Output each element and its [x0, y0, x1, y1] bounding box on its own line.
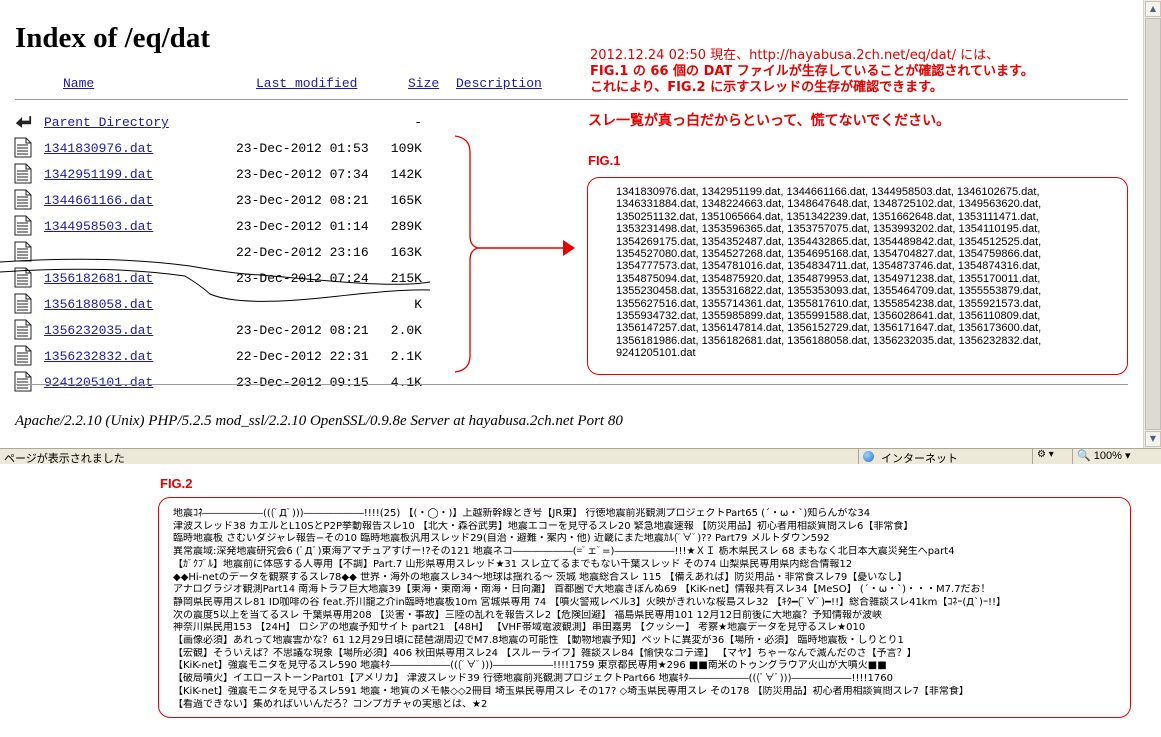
page-viewport: Index of /eq/dat Name Last modified Size…: [0, 0, 1143, 448]
fig2-line: 【KiK-net】強震モニタを見守るスレ591 地震・地質のメモ帳◇◇2冊目 埼…: [173, 685, 969, 697]
fig2-thread-list: 地震ｺﾈ――――――(((ﾟДﾟ)))――――――!!!!(25) 【(・◯・)…: [173, 508, 1123, 711]
fig2-line: アナログラジオ観測Part14 南海トラフ巨大地震39【東海・東南海・南海・日向…: [173, 584, 991, 596]
scroll-thumb[interactable]: [1145, 18, 1161, 430]
fig2-box: 地震ｺﾈ――――――(((ﾟДﾟ)))――――――!!!!(25) 【(・◯・)…: [158, 497, 1131, 718]
fig2-line: 【KiK-net】強震モニタを見守るスレ590 地震ｷﾀ――――――(((ﾟ∀ﾟ…: [173, 660, 887, 672]
status-text: ページが表示されました: [4, 453, 125, 464]
wavy-line-upper: [0, 258, 431, 285]
zone-label: インターネット: [881, 453, 958, 464]
status-bar: ページが表示されました インターネット ⚙ ▾ 🔍 100% ▾: [0, 448, 1161, 464]
fig2-line: 【破局噴火】イエローストーンPart01【アメリカ】 津波スレッド39 行徳地震…: [173, 673, 893, 685]
fig2-line: 神奈川県民用153 【24H】 ロシアの地震予知サイト part21 【48H】…: [173, 622, 866, 634]
scroll-up-arrow[interactable]: ▲: [1145, 1, 1161, 17]
fig2-line: 【画像必須】あれって地震雲かな？61 12月29日頃に琵琶湖周辺でM7.8地震の…: [173, 635, 904, 647]
zoom-control[interactable]: 🔍 100% ▾: [1072, 449, 1161, 464]
vertical-scrollbar[interactable]: ▲ ▼: [1143, 0, 1161, 448]
fig2-line: ◆◆Hi-netのデータを観察するスレ78◆◆ 世界・海外の地震スレ34〜地球は…: [173, 571, 908, 583]
security-zone: インターネット: [858, 449, 1028, 464]
protected-mode-indicator[interactable]: ⚙ ▾: [1032, 449, 1070, 464]
fig2-line: 異常震域:深発地震研究会6 (ﾟДﾟ)東海アマチュアすげー!?その121 地震ネ…: [173, 546, 955, 558]
fig2-label: FIG.2: [160, 476, 193, 491]
zoom-level: 100%: [1093, 450, 1122, 462]
fig2-line: 【看過できない】集めればいいんだろ？コンプガチャの実態とは、★2: [173, 698, 488, 710]
brace-shape: [454, 135, 479, 373]
zoom-icon: 🔍: [1077, 450, 1091, 462]
fig2-line: 臨時地震板 さむいダジャレ報告−その10 臨時地震板汎用スレッド29(自治・避難…: [173, 533, 830, 545]
annotation-overlay: [0, 135, 575, 373]
fig2-line: 地震ｺﾈ――――――(((ﾟДﾟ)))――――――!!!!(25) 【(・◯・)…: [173, 508, 871, 519]
globe-icon: [863, 451, 874, 462]
arrow-head: [563, 240, 575, 256]
wavy-line-lower: [0, 268, 431, 302]
fig2-line: 静岡県民専用スレ81 ID咖啡の谷 feat.芥川龍之介in臨時地震板10m 宮…: [173, 596, 1006, 608]
fig2-line: 【ｶﾞｸﾌﾞﾙ】地震前に体感する人専用【不調】Part.7 山形県専用スレッド★…: [173, 558, 853, 570]
scroll-down-arrow[interactable]: ▼: [1145, 431, 1161, 447]
chevron-down-icon: ▾: [1124, 450, 1131, 462]
fig2-line: 津波スレッド38 カエルとL10SとP2P挙動報告スレ10 【北大・森谷武男】地…: [173, 520, 914, 532]
browser-window: Index of /eq/dat Name Last modified Size…: [0, 0, 1161, 464]
fig2-line: 次の震度5以上を当てるスレ 千葉県専用208 【災害・事故】三陸の乱れを報告スレ…: [173, 609, 883, 621]
fig2-line: 【宏観】そういえば？不思議な現象【場所必須】406 秋田県専用スレ24 【スルー…: [173, 647, 917, 659]
gear-icon: ⚙ ▾: [1037, 449, 1054, 460]
